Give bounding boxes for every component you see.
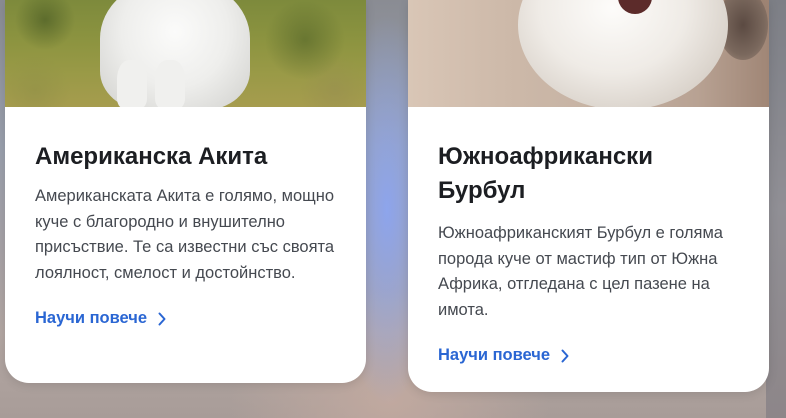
breed-card-american-akita: Американска Акита Американската Акита е … [5, 0, 366, 383]
breed-photo-boerboel [408, 0, 769, 107]
card-description: Американската Акита е голямо, мощно куче… [35, 187, 335, 282]
background-edge [766, 0, 786, 418]
dog-head [518, 0, 728, 107]
card-title: Американска Акита [35, 143, 268, 170]
chevron-right-icon [561, 349, 569, 362]
card-body: Американска Акита Американската Акита е … [35, 140, 342, 328]
card-description: Южноафриканският Бурбул е голяма порода … [438, 224, 723, 319]
dog-paw-left [117, 60, 147, 107]
dog-paw-right [155, 60, 185, 107]
learn-more-label: Научи повече [438, 346, 551, 364]
card-title: Южноафрикански Бурбул [438, 143, 653, 204]
learn-more-link[interactable]: Научи повече [438, 346, 569, 365]
learn-more-link[interactable]: Научи повече [35, 309, 166, 328]
chevron-right-icon [158, 312, 166, 325]
learn-more-label: Научи повече [35, 309, 148, 327]
breed-photo-american-akita [5, 0, 366, 107]
card-body: Южноафрикански Бурбул Южноафриканският Б… [438, 140, 745, 365]
breed-card-boerboel: Южноафрикански Бурбул Южноафриканският Б… [408, 0, 769, 392]
